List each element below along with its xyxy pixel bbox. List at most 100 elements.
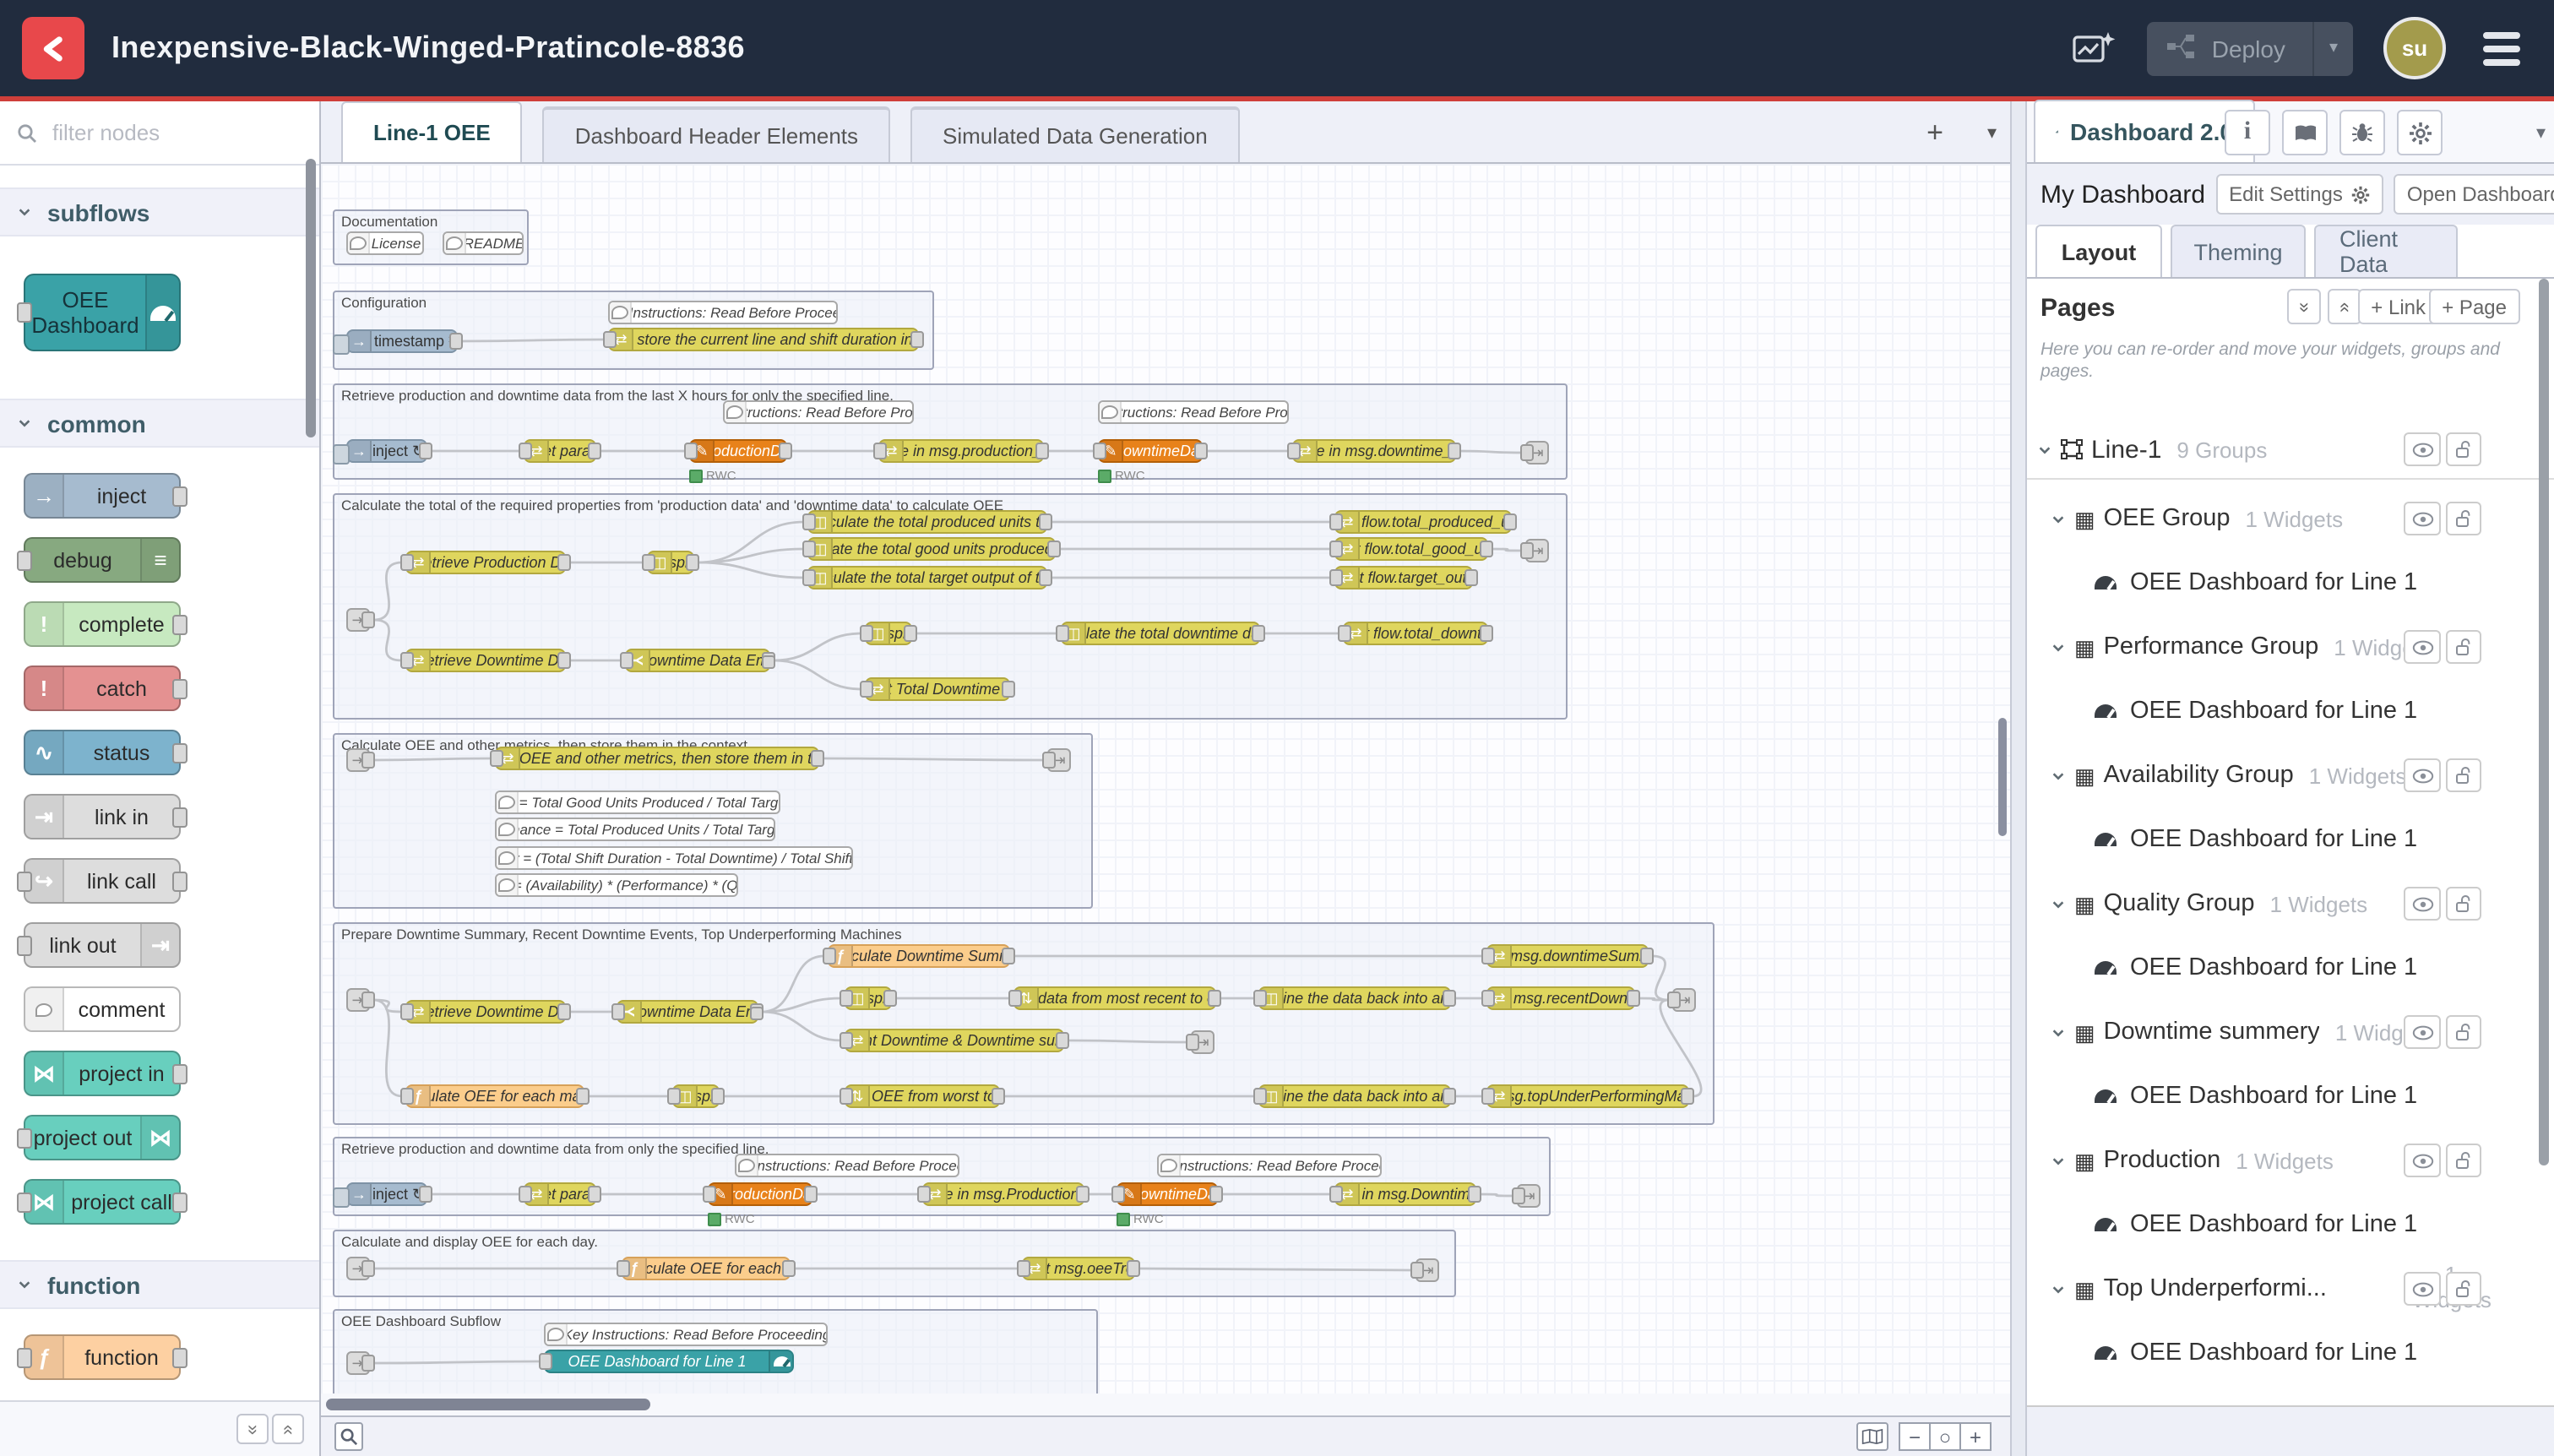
palette-category-subflows[interactable]: subflows	[0, 187, 319, 236]
flow-node-split3[interactable]: ◫split	[845, 986, 892, 1010]
palette-node-catch[interactable]: !catch	[24, 666, 181, 711]
flow-node-calcgood[interactable]: ◫Calculate the total good units produced…	[807, 537, 1056, 561]
flow-node-storedd2[interactable]: ⇄store in msg.DowntimeData	[1334, 1182, 1476, 1206]
sidebar-tabs-caret[interactable]: ▾	[2536, 122, 2546, 144]
flow-node-calctarget[interactable]: ◫Calculate the total target output of to…	[807, 566, 1047, 589]
flow-node-setparams2[interactable]: ⇄Set params	[524, 1182, 596, 1206]
tree-widget-oee-dashboard[interactable]: OEE Dashboard for Line 1	[2027, 1203, 2554, 1247]
sidebar-scrollbar[interactable]	[2539, 279, 2549, 1165]
toggle-visibility-button[interactable]	[2404, 1272, 2441, 1306]
palette-node-project-in[interactable]: ⋈project in	[24, 1051, 181, 1096]
toggle-lock-button[interactable]	[2446, 758, 2481, 792]
open-dashboard-button[interactable]: Open Dashboard	[2394, 174, 2554, 215]
zoom-reset-button[interactable]: ○	[1929, 1422, 1961, 1451]
palette-category-common[interactable]: common	[0, 399, 319, 448]
main-menu-button[interactable]	[2476, 24, 2527, 72]
flow-comment[interactable]: Key Instructions: Read Before Proceeding	[608, 301, 838, 324]
ai-assistant-icon[interactable]	[2073, 26, 2117, 70]
flow-node-ts[interactable]: →timestamp ¹	[346, 329, 458, 353]
flow-node-sortrecent[interactable]: ⇅Sort data from most recent to oldest	[1013, 986, 1216, 1010]
flow-comment[interactable]: Key Instructions: Read Before Proceeding	[544, 1323, 828, 1346]
flow-node-setstore[interactable]: ⇄Set and store the current line and shif…	[608, 328, 919, 351]
palette-node-inject[interactable]: →inject	[24, 473, 181, 519]
palette-node-status[interactable]: ∿status	[24, 730, 181, 775]
flow-node-calcprod[interactable]: ◫Calculate the total produced units toda…	[807, 510, 1047, 534]
flow-node-split4[interactable]: ◫split	[672, 1084, 720, 1108]
flow-node-join2[interactable]: ◫Combine the data back into an array.	[1258, 1084, 1451, 1108]
link-in-node[interactable]: ⇥	[346, 1257, 370, 1280]
tree-group-4[interactable]: ▦Quality Group1 Widgets	[2027, 882, 2554, 926]
flow-node-setflow_gu[interactable]: ⇄set flow.total_good_units	[1334, 537, 1488, 561]
toggle-lock-button[interactable]	[2446, 1272, 2481, 1306]
palette-node-oee-dashboard[interactable]: OEE Dashboard	[24, 274, 181, 351]
tree-group-2[interactable]: ▦Performance Group1 Widgets	[2027, 625, 2554, 669]
flow-comment[interactable]: README	[443, 231, 524, 255]
flow-list-caret[interactable]: ▾	[1987, 122, 1997, 144]
flow-node-setparams1[interactable]: ⇄Set params	[524, 439, 596, 463]
inject-button[interactable]	[333, 334, 350, 355]
flow-node-calcdur[interactable]: ◫Calculate the total downtime duration	[1061, 622, 1260, 645]
link-out-node[interactable]: ⇥	[1525, 441, 1549, 465]
palette-node-link-out[interactable]: link out⇥	[24, 922, 181, 968]
flow-node-calcoee[interactable]: ⇄Calculate OEE and other metrics, then s…	[495, 747, 819, 770]
flow-node-setflow_pu[interactable]: ⇄set flow.total_produced_units	[1334, 510, 1512, 534]
flow-canvas[interactable]: DocumentationConfigurationRetrieve produ…	[321, 164, 2010, 1394]
link-out-node[interactable]: ⇥	[1672, 988, 1696, 1012]
flow-comment[interactable]: Availavity = (Total Shift Duration - Tot…	[495, 846, 853, 870]
expand-groups-button[interactable]: «	[2328, 289, 2361, 324]
flow-node-retprod[interactable]: ⇄Retrieve Production Data	[405, 551, 566, 574]
canvas-horizontal-scrollbar[interactable]	[326, 1399, 650, 1410]
tree-widget-oee-dashboard[interactable]: OEE Dashboard for Line 1	[2027, 946, 2554, 990]
flow-node-subflow1[interactable]: OEE Dashboard for Line 1	[544, 1350, 794, 1373]
palette-category-function[interactable]: function	[0, 1260, 319, 1309]
flow-node-proddata1[interactable]: ✎ProductionData	[689, 439, 787, 463]
palette-node-function[interactable]: ƒfunction	[24, 1334, 181, 1380]
toggle-visibility-button[interactable]	[2404, 758, 2441, 792]
toggle-visibility-button[interactable]	[2404, 432, 2441, 466]
palette-node-project-call[interactable]: ⋈project call	[24, 1179, 181, 1225]
tree-group-3[interactable]: ▦Availability Group1 Widgets	[2027, 753, 2554, 797]
zoom-in-button[interactable]: +	[1959, 1422, 1992, 1451]
flow-node-setempty[interactable]: ⇄Set Recent Downtime & Downtime summery …	[845, 1029, 1064, 1052]
flow-node-isempty[interactable]: YIs Downtime Data Empty?	[625, 649, 770, 672]
flow-comment[interactable]: Quality = Total Good Units Produced / To…	[495, 790, 780, 814]
flow-node-calcday[interactable]: ƒcalculate OEE for each day	[622, 1257, 791, 1280]
link-in-node[interactable]: ⇥	[346, 748, 370, 772]
toggle-visibility-button[interactable]	[2404, 630, 2441, 664]
inject-button[interactable]	[333, 444, 350, 465]
tree-group-7[interactable]: ▦Top Underperformi...1 Widgets	[2027, 1267, 2554, 1311]
deploy-options-caret[interactable]: ▾	[2312, 21, 2353, 75]
sidebar-splitter[interactable]	[2010, 101, 2027, 1456]
link-out-node[interactable]: ⇥	[1047, 748, 1071, 772]
link-out-node[interactable]: ⇥	[1525, 539, 1549, 562]
flow-node-setoeetrend[interactable]: ⇄set msg.oeeTrend	[1022, 1257, 1135, 1280]
flow-node-setflow_dt[interactable]: ⇄set flow.total_downtime	[1343, 622, 1488, 645]
link-in-node[interactable]: ⇥	[346, 988, 370, 1012]
flow-node-inj1[interactable]: →inject ↻	[346, 439, 427, 463]
flow-node-sortworst[interactable]: ⇅Sort OEE from worst to best	[845, 1084, 1000, 1108]
flow-comment[interactable]: Key Instructions: Read Before Proceeding	[1157, 1154, 1382, 1177]
palette-filter-input[interactable]	[49, 118, 275, 147]
tab-line-1-oee[interactable]: Line-1 OEE	[341, 101, 523, 162]
collapse-all-button[interactable]: »	[236, 1414, 269, 1444]
palette-node-link-call[interactable]: ↪link call	[24, 858, 181, 904]
tab-dashboard-2[interactable]: Dashboard 2.0	[2034, 100, 2255, 162]
tab-client-data[interactable]: Client Data	[2314, 225, 2458, 277]
link-out-node[interactable]: ⇥	[1416, 1258, 1439, 1282]
deploy-button[interactable]: Deploy ▾	[2148, 21, 2353, 75]
flow-node-setflow_to[interactable]: ⇄set flow.target_output	[1334, 566, 1473, 589]
flow-node-isempty2[interactable]: YIs Downtime Data Empty?	[617, 1000, 758, 1024]
link-out-node[interactable]: ⇥	[1191, 1030, 1215, 1054]
flow-node-downdata1[interactable]: ✎DowntimeData	[1098, 439, 1203, 463]
add-link-button[interactable]: + Link	[2357, 289, 2439, 324]
tree-widget-oee-dashboard[interactable]: OEE Dashboard for Line 1	[2027, 689, 2554, 733]
add-flow-button[interactable]: +	[1926, 116, 1943, 149]
flow-node-setrecent[interactable]: ⇄set msg.recentDowntime	[1486, 986, 1635, 1010]
tree-group-6[interactable]: ▦Production1 Widgets	[2027, 1138, 2554, 1182]
toggle-lock-button[interactable]	[2446, 1015, 2481, 1049]
flow-node-retdown[interactable]: ⇄Retrieve Downtime Data	[405, 649, 566, 672]
debug-button[interactable]	[2339, 110, 2385, 155]
flow-comment[interactable]: Key Instructions: Read Before Proceeding	[723, 400, 914, 424]
flow-node-retdown2[interactable]: ⇄Retrieve Downtime Data	[405, 1000, 566, 1024]
tab-simulated-data-generation[interactable]: Simulated Data Generation	[910, 106, 1240, 162]
